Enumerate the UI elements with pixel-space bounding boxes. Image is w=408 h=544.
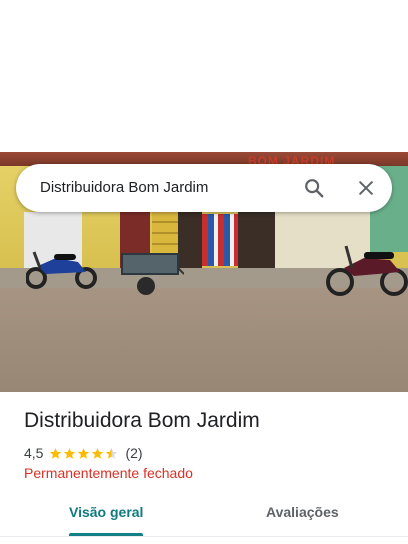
close-icon[interactable] bbox=[356, 178, 376, 198]
tabs-divider bbox=[0, 536, 408, 537]
rating-stars bbox=[49, 447, 119, 460]
product-shelf bbox=[202, 214, 238, 266]
review-count[interactable]: (2) bbox=[125, 445, 142, 461]
search-bar[interactable]: Distribuidora Bom Jardim bbox=[16, 164, 392, 212]
cart bbox=[121, 253, 184, 295]
star-full-icon bbox=[78, 447, 90, 459]
rating-value: 4,5 bbox=[24, 445, 44, 461]
rating-row[interactable]: 4,5 (2) bbox=[24, 444, 143, 462]
search-input[interactable]: Distribuidora Bom Jardim bbox=[40, 179, 208, 196]
tab-bar: Visão geral Avaliações bbox=[0, 494, 408, 538]
business-status: Permanentemente fechado bbox=[24, 465, 193, 481]
star-full-icon bbox=[92, 447, 104, 459]
search-icon[interactable] bbox=[303, 177, 325, 199]
place-title: Distribuidora Bom Jardim bbox=[24, 409, 260, 432]
star-full-icon bbox=[64, 447, 76, 459]
star-half-icon bbox=[106, 447, 118, 459]
motorcycle-left bbox=[26, 251, 97, 289]
star-full-icon bbox=[50, 447, 62, 459]
tab-reviews[interactable]: Avaliações bbox=[266, 504, 339, 520]
tab-overview[interactable]: Visão geral bbox=[69, 504, 143, 520]
storefront-door bbox=[238, 212, 275, 270]
road bbox=[0, 288, 408, 392]
motorcycle-right bbox=[326, 245, 408, 296]
